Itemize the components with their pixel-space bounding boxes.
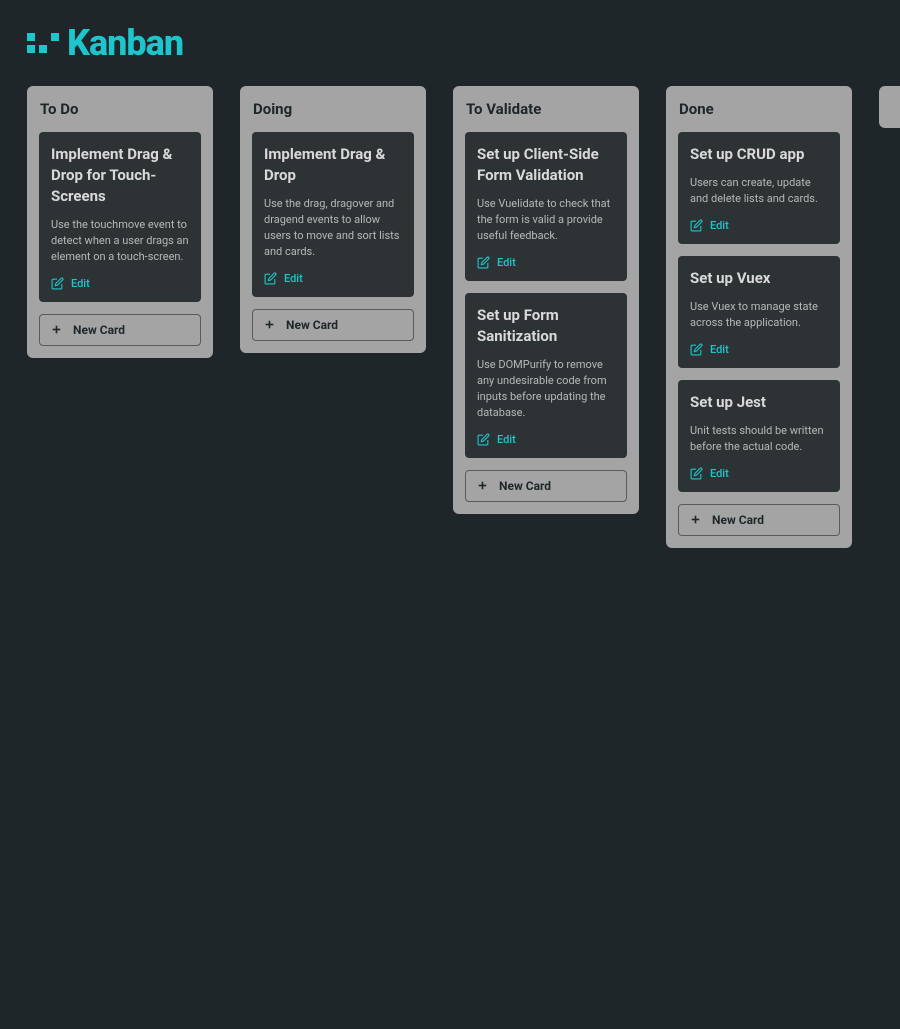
edit-icon [264,272,277,285]
card[interactable]: Implement Drag & Drop Use the drag, drag… [252,132,414,297]
edit-label: Edit [710,343,729,356]
edit-icon [477,256,490,269]
new-card-label: New Card [286,318,338,332]
edit-icon [690,219,703,232]
card-title: Set up Form Sanitization [477,305,615,347]
logo-text: Kanban [67,22,183,64]
list-title: Doing [252,98,414,120]
list-doing[interactable]: Doing Implement Drag & Drop Use the drag… [240,86,426,353]
edit-icon [690,467,703,480]
list-to-validate[interactable]: To Validate Set up Client-Side Form Vali… [453,86,639,514]
card[interactable]: Set up Vuex Use Vuex to manage state acr… [678,256,840,368]
edit-label: Edit [497,256,516,269]
card-description: Unit tests should be written before the … [690,423,828,455]
new-card-button[interactable]: New Card [252,309,414,341]
new-card-button[interactable]: New Card [465,470,627,502]
card[interactable]: Implement Drag & Drop for Touch-Screens … [39,132,201,302]
edit-icon [690,343,703,356]
edit-label: Edit [497,433,516,446]
edit-icon [477,433,490,446]
list-todo[interactable]: To Do Implement Drag & Drop for Touch-Sc… [27,86,213,358]
card-title: Set up Jest [690,392,828,413]
card[interactable]: Set up Client-Side Form Validation Use V… [465,132,627,281]
card-description: Use DOMPurify to remove any undesirable … [477,357,615,421]
list-title: Done [678,98,840,120]
card-title: Set up CRUD app [690,144,828,165]
app-header: Kanban [0,0,900,86]
card-description: Users can create, update and delete list… [690,175,828,207]
edit-button[interactable]: Edit [690,219,828,232]
card-title: Implement Drag & Drop for Touch-Screens [51,144,189,207]
card[interactable]: Set up Form Sanitization Use DOMPurify t… [465,293,627,458]
add-list-button[interactable] [879,86,900,128]
plus-icon [689,513,702,526]
list-done[interactable]: Done Set up CRUD app Users can create, u… [666,86,852,548]
kanban-board: To Do Implement Drag & Drop for Touch-Sc… [0,86,900,548]
logo-icon [27,33,59,53]
plus-icon [263,318,276,331]
plus-icon [50,323,63,336]
edit-label: Edit [710,467,729,480]
card-title: Set up Client-Side Form Validation [477,144,615,186]
card-description: Use Vuex to manage state across the appl… [690,299,828,331]
card-title: Implement Drag & Drop [264,144,402,186]
edit-button[interactable]: Edit [690,467,828,480]
edit-label: Edit [710,219,729,232]
new-card-label: New Card [499,479,551,493]
edit-button[interactable]: Edit [51,277,189,290]
card-description: Use the touchmove event to detect when a… [51,217,189,265]
edit-button[interactable]: Edit [477,433,615,446]
card-title: Set up Vuex [690,268,828,289]
edit-button[interactable]: Edit [477,256,615,269]
list-title: To Do [39,98,201,120]
plus-icon [476,479,489,492]
card-description: Use the drag, dragover and dragend event… [264,196,402,260]
new-card-label: New Card [712,513,764,527]
card[interactable]: Set up Jest Unit tests should be written… [678,380,840,492]
card[interactable]: Set up CRUD app Users can create, update… [678,132,840,244]
new-card-button[interactable]: New Card [678,504,840,536]
edit-button[interactable]: Edit [264,272,402,285]
edit-icon [51,277,64,290]
new-card-button[interactable]: New Card [39,314,201,346]
list-title: To Validate [465,98,627,120]
edit-button[interactable]: Edit [690,343,828,356]
card-description: Use Vuelidate to check that the form is … [477,196,615,244]
new-card-label: New Card [73,323,125,337]
edit-label: Edit [284,272,303,285]
edit-label: Edit [71,277,90,290]
